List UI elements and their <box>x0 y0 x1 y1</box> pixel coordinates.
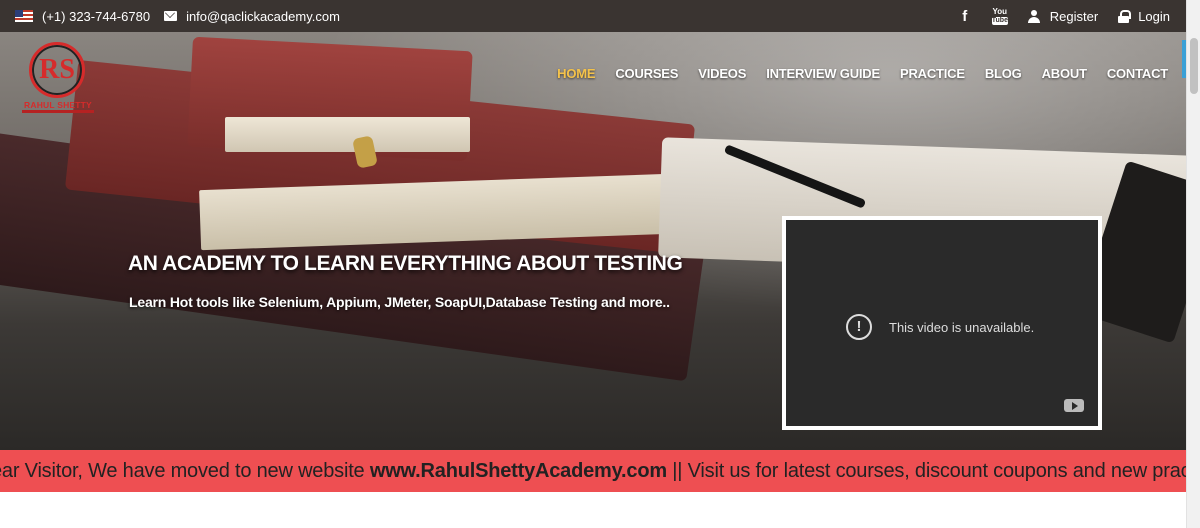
nav-item-blog[interactable]: BLOG <box>985 66 1022 81</box>
nav-item-interview-guide[interactable]: INTERVIEW GUIDE <box>766 66 880 81</box>
marquee-prefix: ear Visitor, We have moved to new websit… <box>0 460 370 482</box>
hero-subtitle: Learn Hot tools like Selenium, Appium, J… <box>129 294 670 310</box>
alert-icon: ! <box>846 314 872 340</box>
video-unavailable-message: This video is unavailable. <box>889 320 1035 335</box>
video-embed[interactable]: ! This video is unavailable. <box>782 216 1102 430</box>
announcement-marquee: ear Visitor, We have moved to new websit… <box>0 450 1186 492</box>
youtube-logo-icon[interactable] <box>1064 399 1084 412</box>
contact-info: (+1) 323-744-6780 info@qaclickacademy.co… <box>0 9 354 24</box>
us-flag-icon <box>15 10 33 22</box>
marquee-link[interactable]: www.RahulShettyAcademy.com <box>370 460 667 482</box>
lock-icon <box>1118 9 1132 23</box>
nav-item-contact[interactable]: CONTACT <box>1107 66 1168 81</box>
top-contact-bar: (+1) 323-744-6780 info@qaclickacademy.co… <box>0 0 1186 32</box>
facebook-icon[interactable]: f <box>958 8 972 25</box>
hero-banner: RS RAHUL SHETTY HOME COURSES VIDEOS INTERVI… <box>0 32 1186 450</box>
nav-item-home[interactable]: HOME <box>557 66 595 81</box>
logo-name: RAHUL SHETTY <box>24 100 92 110</box>
account-links: f You Tube Register Login <box>958 6 1186 25</box>
nav-item-videos[interactable]: VIDEOS <box>698 66 746 81</box>
user-icon <box>1027 9 1040 23</box>
email-address: info@qaclickacademy.com <box>186 8 340 24</box>
page-scrollbar[interactable] <box>1186 0 1200 528</box>
main-nav: HOME COURSES VIDEOS INTERVIEW GUIDE PRACTICE… <box>537 66 1168 81</box>
phone-number: (+1) 323-744-6780 <box>42 8 151 24</box>
nav-item-about[interactable]: ABOUT <box>1042 66 1087 81</box>
video-screen[interactable]: ! This video is unavailable. <box>786 220 1098 426</box>
phone-contact[interactable]: (+1) 323-744-6780 <box>15 9 150 24</box>
nav-item-practice[interactable]: PRACTICE <box>900 66 965 81</box>
login-link[interactable]: Login <box>1138 9 1170 24</box>
register-link[interactable]: Register <box>1050 9 1098 24</box>
hero-background-pages <box>225 117 470 152</box>
email-contact[interactable]: info@qaclickacademy.com <box>164 9 340 24</box>
hero-headline: AN ACADEMY TO LEARN EVERYTHING ABOUT TES… <box>128 252 683 275</box>
site-logo[interactable]: RS RAHUL SHETTY <box>22 40 96 113</box>
logo-monogram: RS <box>29 42 85 98</box>
youtube-icon-bottom: Tube <box>991 16 1008 25</box>
marquee-suffix: || Visit us for latest courses, discount… <box>666 460 1186 482</box>
youtube-icon[interactable]: You Tube <box>991 6 1008 25</box>
nav-item-courses[interactable]: COURSES <box>615 66 678 81</box>
youtube-icon-top: You <box>992 6 1008 16</box>
logo-tagline-bar <box>22 110 94 113</box>
scrollbar-thumb[interactable] <box>1190 38 1198 94</box>
marquee-text: ear Visitor, We have moved to new websit… <box>0 460 1186 483</box>
mail-icon <box>164 11 178 21</box>
